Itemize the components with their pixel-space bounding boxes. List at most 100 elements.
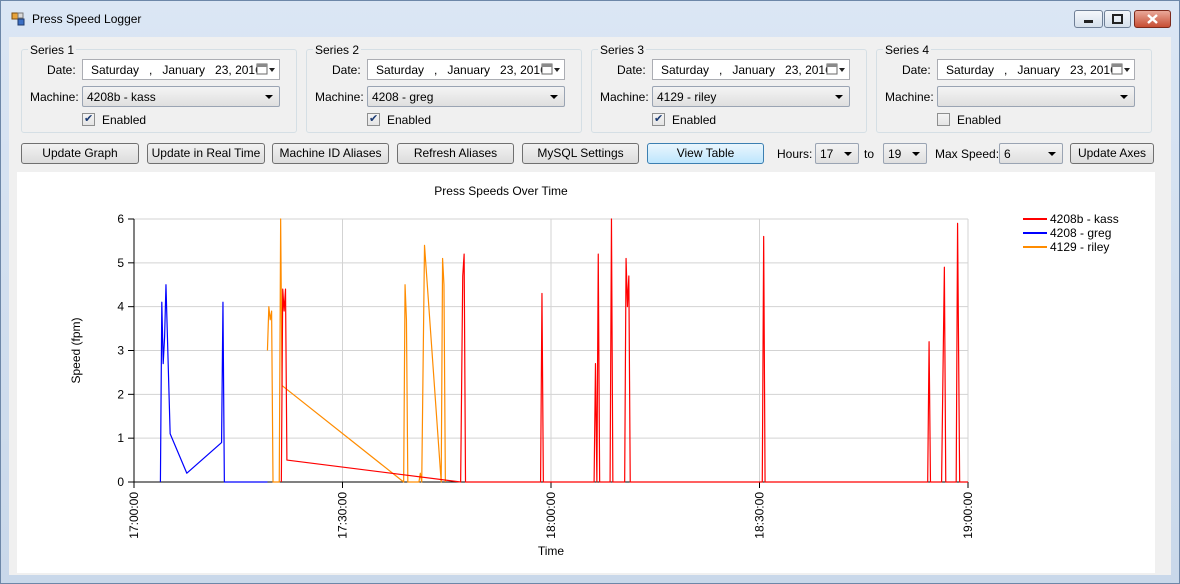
view-table-button[interactable]: View Table: [647, 143, 764, 164]
x-tick-label: 18:30:00: [753, 492, 767, 539]
x-axis-label: Time: [538, 544, 565, 558]
close-button[interactable]: [1134, 10, 1171, 28]
series-4-date-picker[interactable]: Saturday , January 23, 2016: [937, 59, 1135, 80]
chevron-down-icon: [550, 95, 558, 99]
y-tick-label: 3: [117, 344, 124, 358]
maximize-button[interactable]: [1104, 10, 1131, 28]
date-value: Saturday , January 23, 2016: [376, 63, 547, 77]
calendar-dropdown-icon[interactable]: [826, 63, 846, 76]
machine-label: Machine:: [885, 90, 934, 104]
machine-value: 4208b - kass: [87, 90, 156, 104]
date-label: Date:: [902, 63, 931, 77]
series-3-group: Series 3 Date: Saturday , January 23, 20…: [591, 43, 867, 133]
series-3-title: Series 3: [598, 43, 647, 57]
checkmark-icon: ✔: [654, 113, 664, 125]
machine-value: 4208 - greg: [372, 90, 434, 104]
max-speed-select[interactable]: 6: [999, 143, 1063, 164]
enabled-label: Enabled: [387, 113, 432, 127]
series-line-2: [159, 284, 268, 483]
series-2-title: Series 2: [313, 43, 362, 57]
legend-label-2: 4208 - greg: [1050, 226, 1111, 240]
hours-label: Hours:: [777, 147, 813, 161]
hours-from-select[interactable]: 17: [815, 143, 859, 164]
chevron-down-icon: [844, 152, 852, 156]
minimize-icon: [1084, 20, 1093, 23]
y-tick-label: 6: [117, 212, 124, 226]
series-1-enabled-checkbox[interactable]: ✔: [82, 113, 95, 126]
checkmark-icon: ✔: [84, 113, 94, 125]
enabled-label: Enabled: [957, 113, 1002, 127]
enabled-label: Enabled: [672, 113, 717, 127]
maximize-icon: [1112, 14, 1123, 24]
y-tick-label: 0: [117, 475, 124, 489]
y-tick-label: 5: [117, 256, 124, 270]
chart-canvas: Press Speeds Over Time 0 1 2 3 4 5 6 17:00:00 17:…: [69, 184, 1119, 558]
y-tick-label: 4: [117, 300, 124, 314]
chevron-down-icon: [265, 95, 273, 99]
hours-to-select[interactable]: 19: [883, 143, 927, 164]
x-tick-label: 19:00:00: [961, 492, 975, 539]
series-1-date-picker[interactable]: Saturday , January 23, 2016: [82, 59, 280, 80]
chevron-down-icon: [1120, 95, 1128, 99]
chevron-down-icon: [1048, 152, 1056, 156]
series-2-machine-select[interactable]: 4208 - greg: [367, 86, 565, 107]
series-4-enabled-checkbox[interactable]: [937, 113, 950, 126]
date-label: Date:: [617, 63, 646, 77]
update-realtime-button[interactable]: Update in Real Time: [147, 143, 265, 164]
calendar-dropdown-icon[interactable]: [541, 63, 561, 76]
series-2-group: Series 2 Date: Saturday , January 23, 20…: [306, 43, 582, 133]
max-speed-label: Max Speed:: [935, 147, 1000, 161]
hours-from-value: 17: [820, 147, 834, 161]
series-1-machine-select[interactable]: 4208b - kass: [82, 86, 280, 107]
series-2-enabled-checkbox[interactable]: ✔: [367, 113, 380, 126]
machine-label: Machine:: [600, 90, 649, 104]
chevron-down-icon: [912, 152, 920, 156]
date-label: Date:: [47, 63, 76, 77]
series-3-enabled-checkbox[interactable]: ✔: [652, 113, 665, 126]
y-tick-label: 2: [117, 387, 124, 401]
chart-title: Press Speeds Over Time: [434, 184, 568, 198]
update-axes-button[interactable]: Update Axes: [1070, 143, 1154, 164]
series-2-date-picker[interactable]: Saturday , January 23, 2016: [367, 59, 565, 80]
series-1-title: Series 1: [28, 43, 77, 57]
legend-label-1: 4208b - kass: [1050, 212, 1119, 226]
x-tick-label: 18:00:00: [544, 492, 558, 539]
series-4-group: Series 4 Date: Saturday , January 23, 20…: [876, 43, 1152, 133]
max-speed-value: 6: [1004, 147, 1011, 161]
date-label: Date:: [332, 63, 361, 77]
machine-aliases-button[interactable]: Machine ID Aliases: [272, 143, 389, 164]
y-tick-label: 1: [117, 431, 124, 445]
app-window: Press Speed Logger Series 1 Date: Saturd…: [0, 0, 1180, 584]
hours-to-value: 19: [888, 147, 902, 161]
machine-value: 4129 - riley: [657, 90, 717, 104]
series-4-title: Series 4: [883, 43, 932, 57]
y-axis-label: Speed (fpm): [69, 317, 83, 383]
calendar-dropdown-icon[interactable]: [256, 63, 276, 76]
x-tick-label: 17:00:00: [127, 492, 141, 539]
series-3-machine-select[interactable]: 4129 - riley: [652, 86, 850, 107]
to-label: to: [864, 147, 875, 161]
checkmark-icon: ✔: [369, 113, 379, 125]
app-icon: [11, 12, 25, 26]
speed-chart: Press Speeds Over Time 0 1 2 3 4 5 6 17:00:00 17:…: [17, 172, 1155, 573]
mysql-settings-button[interactable]: MySQL Settings: [522, 143, 639, 164]
enabled-label: Enabled: [102, 113, 147, 127]
legend-label-3: 4129 - riley: [1050, 240, 1109, 254]
minimize-button[interactable]: [1074, 10, 1103, 28]
date-value: Saturday , January 23, 2016: [661, 63, 832, 77]
series-1-group: Series 1 Date: Saturday , January 23, 20…: [21, 43, 297, 133]
series-3-date-picker[interactable]: Saturday , January 23, 2016: [652, 59, 850, 80]
update-graph-button[interactable]: Update Graph: [21, 143, 139, 164]
title-bar[interactable]: Press Speed Logger: [1, 1, 1179, 37]
calendar-dropdown-icon[interactable]: [1111, 63, 1131, 76]
date-value: Saturday , January 23, 2016: [946, 63, 1117, 77]
machine-label: Machine:: [315, 90, 364, 104]
chevron-down-icon: [835, 95, 843, 99]
refresh-aliases-button[interactable]: Refresh Aliases: [397, 143, 514, 164]
date-value: Saturday , January 23, 2016: [91, 63, 262, 77]
window-title: Press Speed Logger: [32, 12, 142, 26]
close-icon: [1147, 14, 1158, 24]
machine-label: Machine:: [30, 90, 79, 104]
x-tick-label: 17:30:00: [336, 492, 350, 539]
series-4-machine-select[interactable]: [937, 86, 1135, 107]
